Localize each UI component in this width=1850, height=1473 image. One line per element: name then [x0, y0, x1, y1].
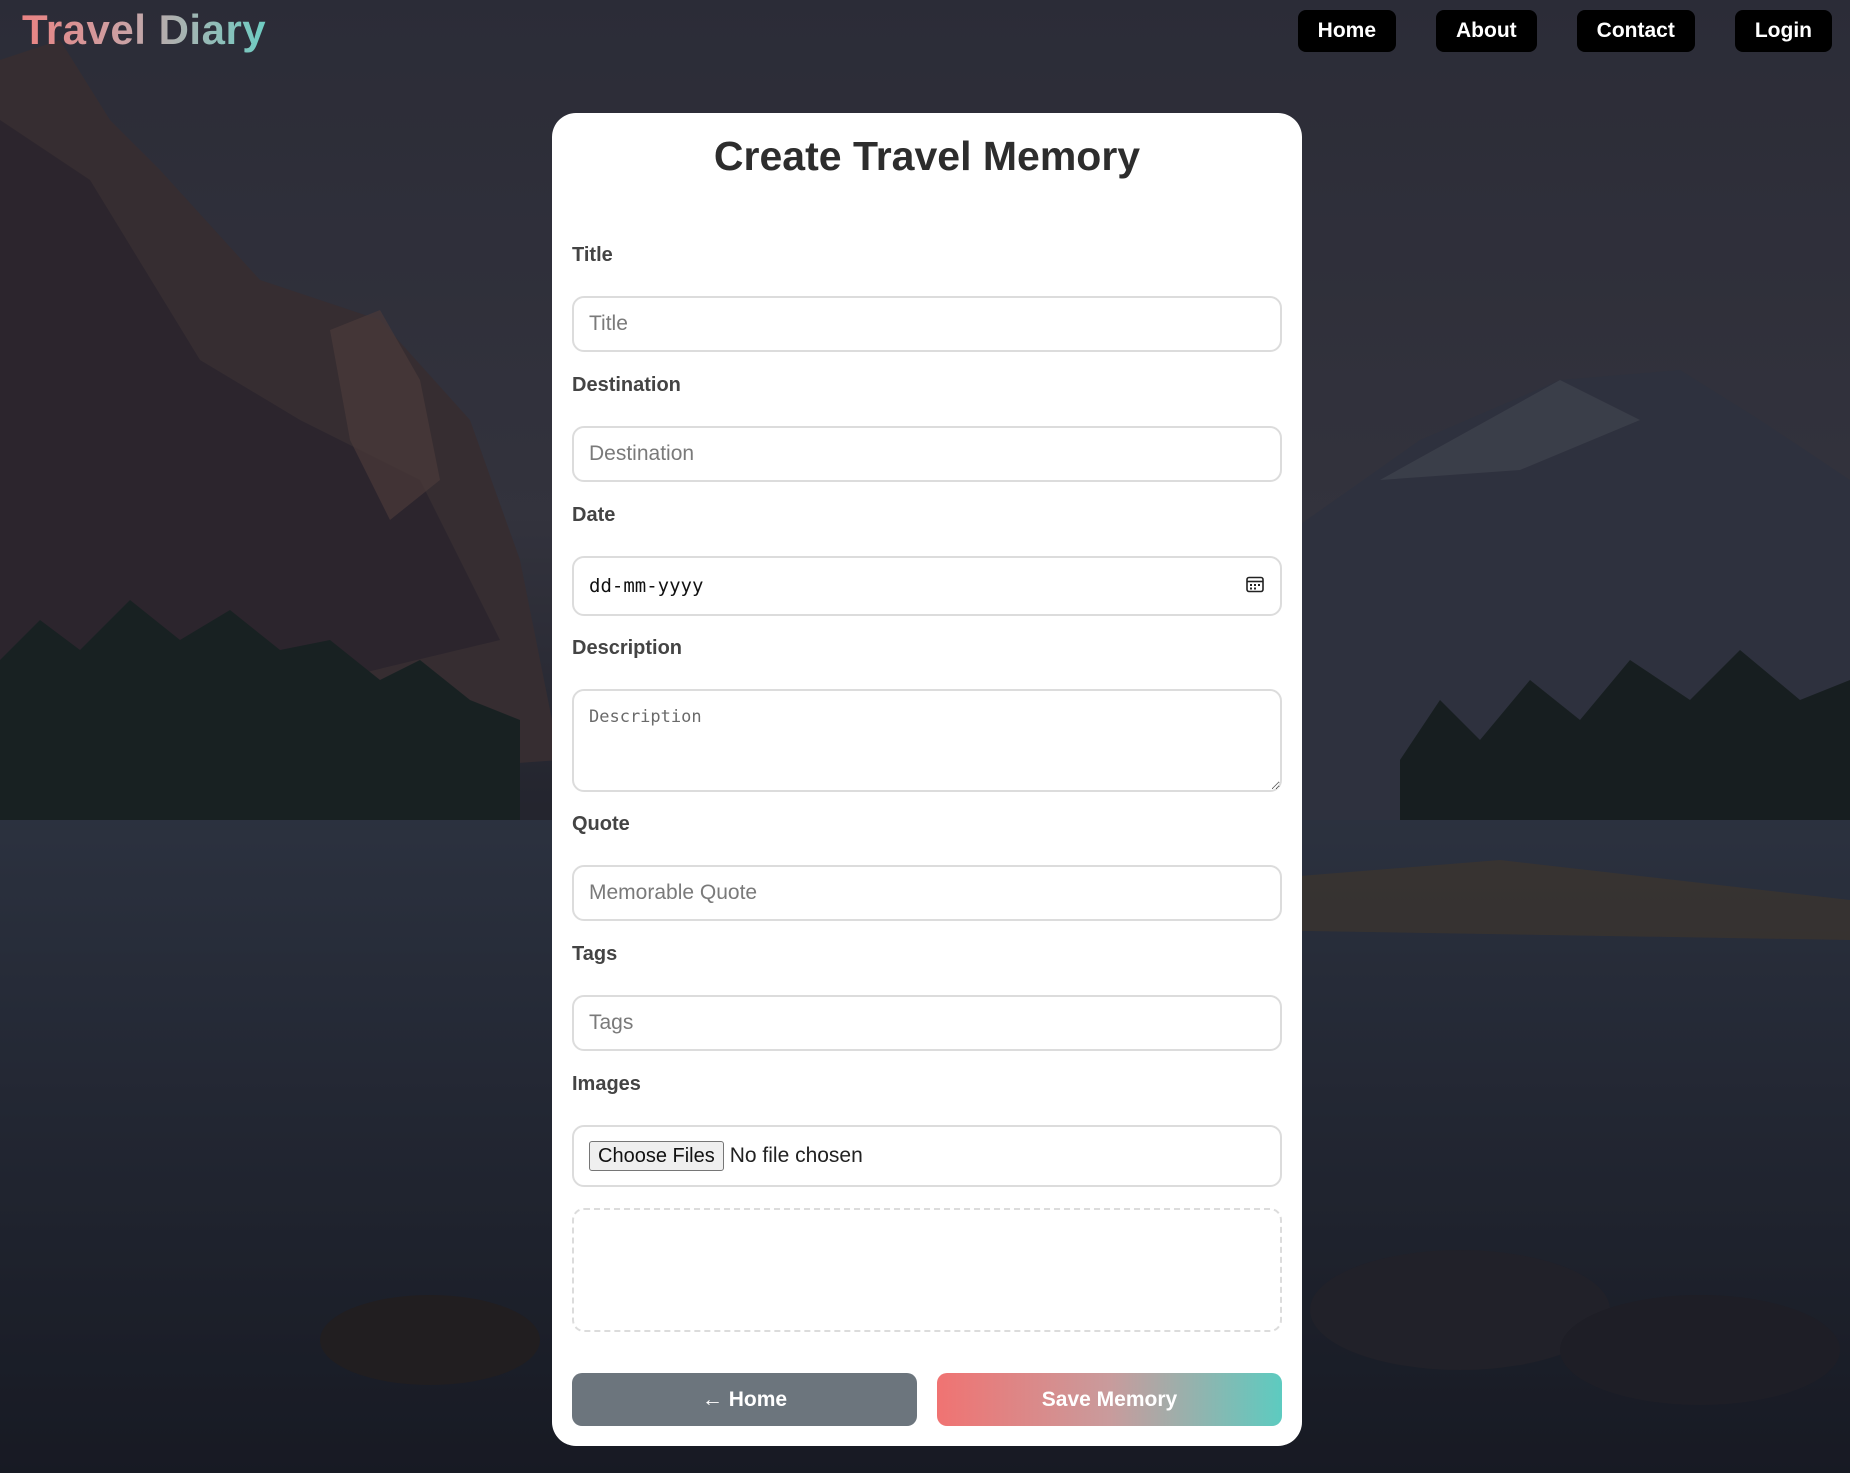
date-value: dd-mm-yyyy	[589, 575, 704, 597]
date-input[interactable]: dd-mm-yyyy	[572, 556, 1282, 616]
title-input[interactable]	[572, 296, 1282, 352]
destination-input[interactable]	[572, 426, 1282, 482]
destination-label: Destination	[572, 374, 681, 396]
images-label: Images	[572, 1073, 641, 1095]
nav-login-link[interactable]: Login	[1734, 10, 1832, 52]
form-actions: ← Home Save Memory	[572, 1373, 1282, 1426]
nav-contact-link[interactable]: Contact	[1576, 10, 1695, 52]
back-home-button[interactable]: ← Home	[572, 1373, 917, 1426]
description-textarea[interactable]	[572, 689, 1282, 792]
file-status-text: No file chosen	[729, 1144, 863, 1167]
quote-input[interactable]	[572, 865, 1282, 921]
save-memory-button[interactable]: Save Memory	[937, 1373, 1282, 1426]
top-nav: Home About Contact Login	[1297, 10, 1832, 52]
tags-input[interactable]	[572, 995, 1282, 1051]
image-preview-dropzone[interactable]	[572, 1208, 1282, 1332]
title-label: Title	[572, 244, 613, 266]
calendar-icon[interactable]	[1245, 574, 1265, 599]
description-label: Description	[572, 637, 683, 659]
nav-about-link[interactable]: About	[1436, 10, 1537, 52]
date-label: Date	[572, 504, 616, 526]
tags-label: Tags	[572, 943, 618, 965]
nav-home-link[interactable]: Home	[1297, 10, 1397, 52]
brand-logo[interactable]: Travel Diary	[22, 6, 266, 54]
form-heading: Create Travel Memory	[713, 133, 1141, 179]
quote-label: Quote	[572, 813, 630, 835]
images-file-input[interactable]: Choose Files No file chosen	[572, 1125, 1282, 1187]
choose-files-button[interactable]: Choose Files	[589, 1141, 724, 1171]
memory-form-card: Create Travel Memory Title Destination D…	[552, 113, 1302, 1446]
